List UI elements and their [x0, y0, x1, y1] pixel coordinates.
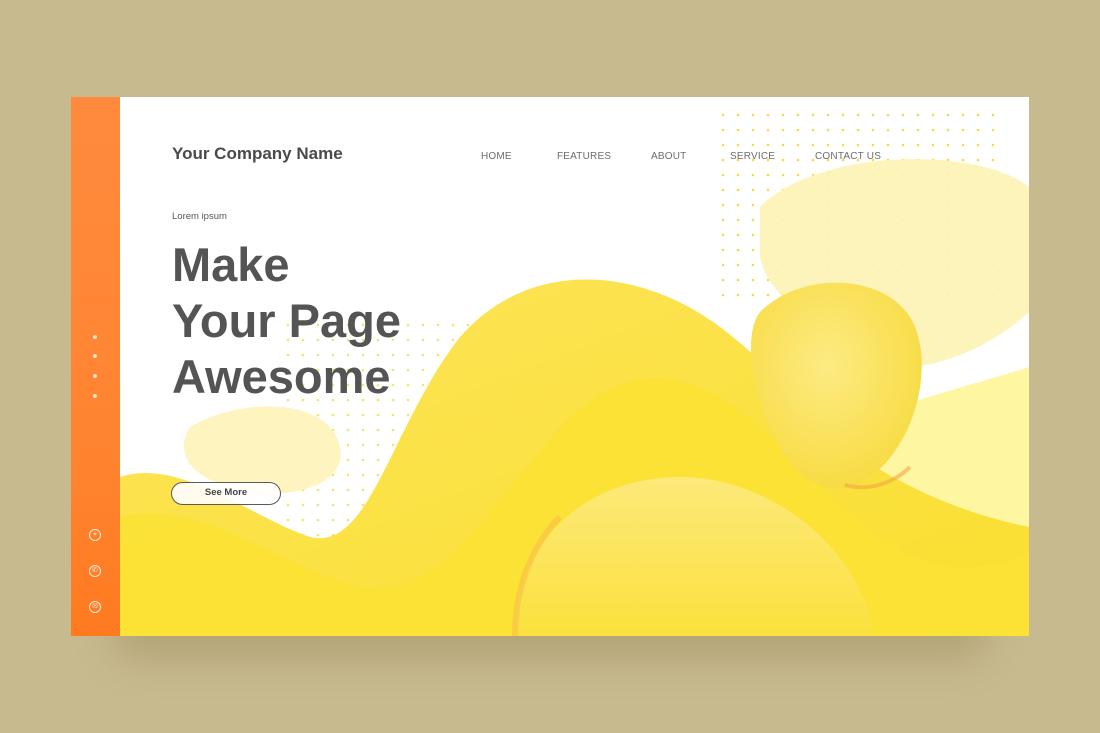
mail-icon[interactable]: ✉: [89, 601, 101, 613]
slide-dot-4[interactable]: [93, 394, 97, 398]
nav-features[interactable]: FEATURES: [557, 151, 611, 162]
nav-service[interactable]: SERVICE: [730, 151, 775, 162]
nav-contact-us[interactable]: CONTACT US: [815, 151, 881, 162]
landing-page-card: ⌖ ✆ ✉ Your Company Name HOME FEATURES AB…: [71, 97, 1029, 636]
slide-dot-2[interactable]: [93, 354, 97, 358]
hero-eyebrow: Lorem ipsum: [172, 211, 227, 222]
slide-dot-1[interactable]: [93, 335, 97, 339]
nav-about[interactable]: ABOUT: [651, 151, 686, 162]
hero-headline: Make Your Page Awesome: [172, 237, 532, 405]
orange-sidebar: ⌖ ✆ ✉: [71, 97, 120, 636]
nav-home[interactable]: HOME: [481, 151, 512, 162]
phone-icon[interactable]: ✆: [89, 565, 101, 577]
pale-blob-left: [183, 406, 341, 494]
slide-dot-3[interactable]: [93, 374, 97, 378]
location-pin-icon[interactable]: ⌖: [89, 529, 101, 541]
headline-line-3: Awesome: [172, 350, 391, 403]
headline-line-1: Make: [172, 238, 290, 291]
see-more-button[interactable]: See More: [171, 482, 281, 505]
company-name[interactable]: Your Company Name: [172, 144, 343, 164]
headline-line-2: Your Page: [172, 294, 401, 347]
